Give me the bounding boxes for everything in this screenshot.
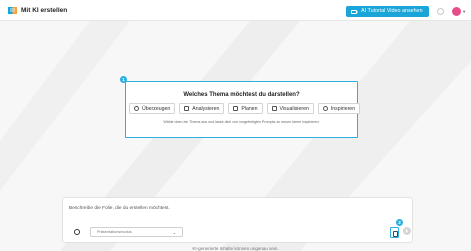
option-inspirieren-button[interactable]: Inspirieren <box>317 103 361 114</box>
option-analysieren-button[interactable]: Analysieren <box>179 103 225 114</box>
mode-select[interactable]: Präsentationsmodus ⌄ <box>90 227 183 237</box>
app-logo-icon[interactable] <box>7 5 18 16</box>
chevron-down-icon[interactable]: ▾ <box>463 9 465 14</box>
video-icon <box>351 9 359 14</box>
settings-icon[interactable] <box>437 8 444 15</box>
attachment-button[interactable] <box>390 227 399 238</box>
image-icon <box>271 106 277 111</box>
topic-card: Welches Thema möchtest du darstellen? Üb… <box>125 81 361 138</box>
mode-icon <box>74 229 80 235</box>
calendar-icon <box>233 106 239 111</box>
tutorial-video-button[interactable]: AI Tutorial Video ansehen <box>346 6 429 17</box>
tutorial-video-label: AI Tutorial Video ansehen <box>361 8 423 14</box>
lightbulb-icon <box>322 106 328 111</box>
chevron-down-icon: ⌄ <box>172 230 176 235</box>
mode-select-value: Präsentationsmodus <box>97 230 132 234</box>
topic-title: Welches Thema möchtest du darstellen? <box>183 92 300 98</box>
option-visualisieren-button[interactable]: Visualisieren <box>266 103 314 114</box>
option-label: Überzeugen <box>142 105 171 112</box>
ai-disclaimer: KI-generierte Inhalte können ungenau sei… <box>192 246 279 251</box>
option-planen-button[interactable]: Planen <box>228 103 263 114</box>
option-label: Planen <box>241 105 258 112</box>
option-ueberzeugen-button[interactable]: Überzeugen <box>129 103 176 114</box>
topic-options: Überzeugen Analysieren Planen Visualisie… <box>129 103 361 114</box>
option-label: Analysieren <box>192 105 220 112</box>
app-title: Mit KI erstellen <box>21 7 68 14</box>
send-button[interactable] <box>403 227 411 235</box>
option-label: Visualisieren <box>279 105 309 112</box>
prompt-input[interactable]: Beschreibe die Folie, die du erstellen m… <box>69 206 170 211</box>
step-2-badge: 2 <box>396 219 403 226</box>
hand-icon <box>134 106 139 111</box>
prompt-panel: Beschreibe die Folie, die du erstellen m… <box>62 197 413 243</box>
top-bar: Mit KI erstellen AI Tutorial Video anseh… <box>0 0 471 21</box>
topic-hint: Wähle oben ein Thema aus und lasse dich … <box>163 120 320 124</box>
document-icon <box>184 106 190 111</box>
avatar[interactable] <box>452 7 461 16</box>
option-label: Inspirieren <box>330 105 356 112</box>
